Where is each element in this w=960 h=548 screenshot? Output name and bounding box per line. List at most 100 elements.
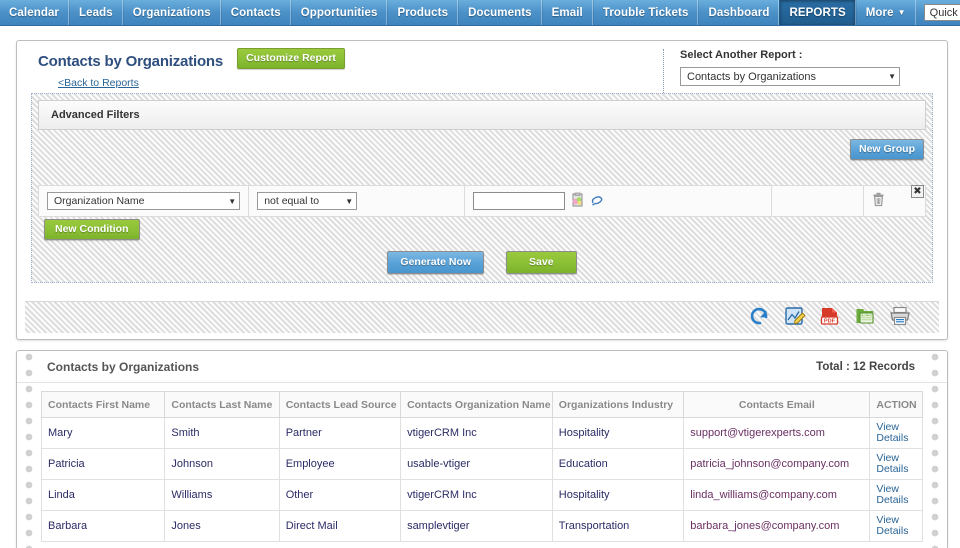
nav-tab-trouble-tickets[interactable]: Trouble Tickets xyxy=(592,0,699,25)
results-total-count: Total : 12 Records xyxy=(816,360,915,373)
selected-report-value: Contacts by Organizations xyxy=(687,70,817,83)
report-header: Contacts by Organizations Customize Repo… xyxy=(17,41,947,105)
column-header-contacts-first-name: Contacts First Name xyxy=(40,391,166,418)
page-title: Contacts by Organizations xyxy=(38,53,224,70)
nav-tab-label: Dashboard xyxy=(708,6,770,19)
export-toolbar: PDF XLS xyxy=(25,301,939,333)
refresh-icon[interactable] xyxy=(749,305,771,330)
customize-report-button[interactable]: Customize Report xyxy=(237,48,345,69)
view-details-link[interactable]: View Details xyxy=(869,417,923,449)
cell-last-name: Jones xyxy=(164,510,280,542)
nav-tab-label: Documents xyxy=(468,6,532,19)
view-details-link[interactable]: View Details xyxy=(869,510,923,542)
select-record-icon[interactable] xyxy=(570,192,585,210)
nav-tab-label: Contacts xyxy=(230,6,281,19)
results-header-row: Contacts First Name Contacts Last Name Con… xyxy=(40,391,923,418)
new-condition-row: New Condition xyxy=(38,217,926,240)
nav-tab-products[interactable]: Products xyxy=(387,0,459,25)
column-header-contacts-organization-name: Contacts Organization Name xyxy=(400,391,553,418)
cell-organization: usable-vtiger xyxy=(400,448,553,480)
table-row: Linda Williams Other vtigerCRM Inc Hospitali… xyxy=(40,479,923,511)
nav-tab-label: Products xyxy=(397,6,449,19)
view-details-link[interactable]: View Details xyxy=(869,479,923,511)
save-button[interactable]: Save xyxy=(506,251,577,274)
left-bead-decoration xyxy=(22,351,36,548)
nav-tab-label: Calendar xyxy=(9,6,60,19)
svg-text:XLS: XLS xyxy=(862,312,871,317)
close-icon[interactable]: ✖ xyxy=(911,185,924,198)
results-table-head: Contacts First Name Contacts Last Name Con… xyxy=(40,391,923,418)
chevron-down-icon: ▼ xyxy=(888,72,896,81)
condition-value-input[interactable] xyxy=(472,192,565,210)
cell-first-name: Barbara xyxy=(40,510,166,542)
nav-tab-reports[interactable]: REPORTS xyxy=(779,0,856,25)
condition-field-cell: Organization Name ▼ xyxy=(37,185,250,217)
nav-tab-more[interactable]: More ▼ xyxy=(855,0,916,25)
nav-tab-organizations[interactable]: Organizations xyxy=(122,0,221,25)
condition-operator-value: not equal to xyxy=(264,195,320,207)
results-title: Contacts by Organizations xyxy=(47,359,200,374)
export-pdf-icon[interactable]: PDF xyxy=(819,305,841,330)
new-group-button[interactable]: New Group xyxy=(849,138,924,160)
condition-spacer-cell xyxy=(771,185,865,217)
advanced-filters-header: Advanced Filters xyxy=(38,100,926,130)
cell-industry: Education xyxy=(551,448,685,480)
condition-field-select[interactable]: Organization Name ▼ xyxy=(47,192,241,210)
condition-row: Organization Name ▼ not equal to ▼ xyxy=(37,185,926,217)
condition-operator-select[interactable]: not equal to ▼ xyxy=(257,192,358,210)
nav-tab-label: Organizations xyxy=(132,6,211,19)
column-header-organizations-industry: Organizations Industry xyxy=(551,391,685,418)
cell-first-name: Linda xyxy=(40,479,166,511)
nav-tab-opportunities[interactable]: Opportunities xyxy=(290,0,388,25)
nav-tab-dashboard[interactable]: Dashboard xyxy=(698,0,780,25)
cell-industry: Transportation xyxy=(551,510,685,542)
cell-organization: vtigerCRM Inc xyxy=(400,417,553,449)
generate-now-button[interactable]: Generate Now xyxy=(387,251,485,274)
nav-tab-calendar[interactable]: Calendar xyxy=(0,0,70,25)
table-row: Patricia Johnson Employee usable-vtiger Educ… xyxy=(40,448,923,480)
column-header-contacts-lead-source: Contacts Lead Source xyxy=(278,391,402,418)
cell-lead-source: Direct Mail xyxy=(278,510,402,542)
quick-create-select[interactable]: Quick Create... ▼ xyxy=(923,4,960,21)
table-row: Mary Smith Partner vtigerCRM Inc Hospitality… xyxy=(40,417,923,449)
new-condition-button[interactable]: New Condition xyxy=(44,219,140,240)
results-header: Contacts by Organizations Total : 12 Rec… xyxy=(17,351,947,383)
filter-group: ✖ Organization Name ▼ not equal to ▼ New… xyxy=(37,185,926,240)
cell-organization: vtigerCRM Inc xyxy=(400,479,553,511)
cell-lead-source: Other xyxy=(278,479,402,511)
view-details-link[interactable]: View Details xyxy=(869,448,923,480)
nav-tab-documents[interactable]: Documents xyxy=(458,0,542,25)
cell-email[interactable]: patricia_johnson@company.com xyxy=(683,448,871,480)
cell-organization: samplevtiger xyxy=(400,510,553,542)
condition-operator-cell: not equal to ▼ xyxy=(248,185,465,217)
right-bead-decoration xyxy=(928,351,942,548)
report-results-panel: Contacts by Organizations Total : 12 Rec… xyxy=(16,350,948,548)
cell-email[interactable]: barbara_jones@company.com xyxy=(683,510,871,542)
edit-report-icon[interactable] xyxy=(784,305,806,330)
page-body: Contacts by Organizations Customize Repo… xyxy=(0,40,960,548)
main-navigation-bar: Calendar Leads Organizations Contacts Opport… xyxy=(0,0,960,26)
advanced-filters-container: Advanced Filters New Group ✖ Organizatio… xyxy=(31,93,933,283)
condition-table: Organization Name ▼ not equal to ▼ xyxy=(37,185,926,217)
quick-create-wrapper: Quick Create... ▼ xyxy=(916,0,960,25)
cell-first-name: Patricia xyxy=(40,448,166,480)
cell-email[interactable]: linda_williams@company.com xyxy=(683,479,871,511)
print-icon[interactable] xyxy=(889,305,911,330)
eraser-icon[interactable] xyxy=(590,192,605,210)
chevron-down-icon: ▼ xyxy=(897,8,906,17)
nav-tab-label: REPORTS xyxy=(789,6,846,19)
nav-tab-contacts[interactable]: Contacts xyxy=(220,0,291,25)
back-to-reports-link[interactable]: <Back to Reports xyxy=(58,77,345,89)
cell-email[interactable]: support@vtigerexperts.com xyxy=(683,417,871,449)
table-row: Barbara Jones Direct Mail samplevtiger Trans… xyxy=(40,510,923,542)
nav-tab-leads[interactable]: Leads xyxy=(69,0,123,25)
nav-tab-label: Email xyxy=(551,6,583,19)
nav-tab-email[interactable]: Email xyxy=(541,0,593,25)
export-excel-icon[interactable]: XLS xyxy=(854,305,876,330)
nav-tab-label: Trouble Tickets xyxy=(602,6,689,19)
column-header-action: ACTION xyxy=(869,391,923,418)
nav-tab-label: Leads xyxy=(79,6,113,19)
select-another-report-dropdown[interactable]: Contacts by Organizations ▼ xyxy=(680,67,900,86)
quick-create-value: Quick Create... xyxy=(929,6,960,19)
new-group-row: New Group xyxy=(32,130,932,168)
